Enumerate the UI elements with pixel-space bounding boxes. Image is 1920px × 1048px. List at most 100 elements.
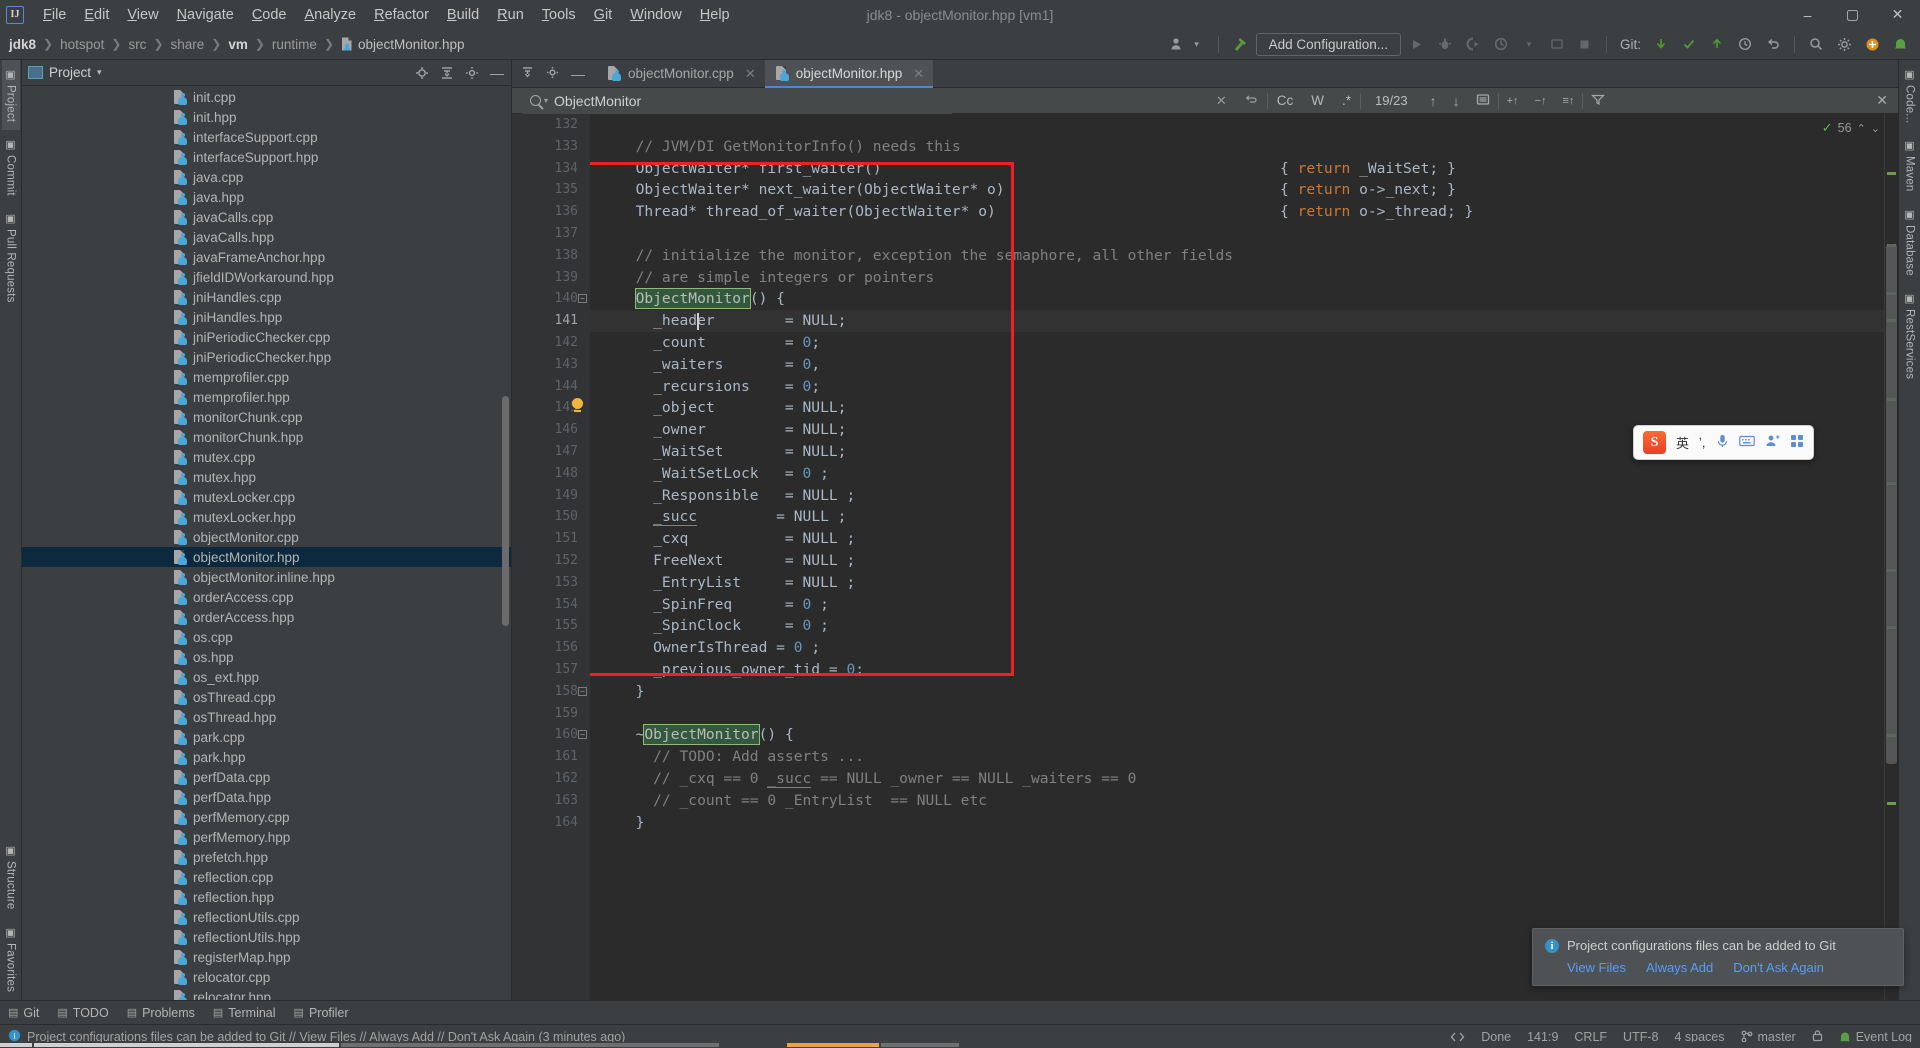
menu-item-navigate[interactable]: Navigate [168, 4, 243, 26]
menu-item-run[interactable]: Run [488, 4, 533, 26]
project-panel-title-group[interactable]: Project ▾ [28, 65, 102, 80]
git-notification-popup[interactable]: i Project configurations files can be ad… [1532, 928, 1904, 986]
add-occurrence-icon[interactable]: +↑ [1499, 95, 1527, 107]
remove-occurrence-icon[interactable]: −↑ [1527, 95, 1555, 107]
code-line[interactable]: _SpinClock = 0 ; [590, 615, 1884, 637]
menu-item-edit[interactable]: Edit [75, 4, 118, 26]
menu-item-code[interactable]: Code [243, 4, 296, 26]
code-line[interactable]: _object = NULL; [590, 397, 1884, 419]
find-input[interactable]: ObjectMonitor [554, 93, 641, 109]
project-tree-scrollbar[interactable] [502, 396, 509, 626]
bottom-tool-git[interactable]: ▤ Git [8, 1006, 39, 1020]
file-tree-item[interactable]: perfData.cpp [22, 767, 511, 787]
file-tree-item[interactable]: interfaceSupport.hpp [22, 147, 511, 167]
breadcrumb-item-jdk8[interactable]: jdk8 [9, 37, 36, 52]
menu-item-help[interactable]: Help [691, 4, 739, 26]
file-tree-item[interactable]: prefetch.hpp [22, 847, 511, 867]
file-tree-item[interactable]: reflectionUtils.hpp [22, 927, 511, 947]
breadcrumb-item-runtime[interactable]: runtime [272, 37, 317, 52]
find-input-wrapper[interactable]: ▾ ObjectMonitor [522, 87, 952, 114]
notification-bell-icon[interactable] [1888, 32, 1912, 56]
code-line[interactable]: ~ObjectMonitor() { [590, 724, 1884, 746]
maximize-button[interactable]: ▢ [1830, 0, 1875, 29]
find-prev-button[interactable]: ↑ [1422, 93, 1445, 109]
code-line[interactable]: // JVM/DI GetMonitorInfo() needs this [590, 136, 1884, 158]
file-tree-item[interactable]: osThread.cpp [22, 687, 511, 707]
code-line[interactable]: _header = NULL; [590, 310, 1884, 332]
regex-toggle[interactable]: .* [1333, 93, 1360, 108]
file-tree-item[interactable]: jniHandles.cpp [22, 287, 511, 307]
code-line[interactable]: _WaitSetLock = 0 ; [590, 463, 1884, 485]
menu-item-view[interactable]: View [118, 4, 167, 26]
user-dropdown-caret-icon[interactable]: ▾ [1185, 32, 1209, 56]
code-line[interactable]: // _count == 0 _EntryList == NULL etc [590, 790, 1884, 812]
file-tree-item[interactable]: javaCalls.cpp [22, 207, 511, 227]
inspection-prev-icon[interactable]: ⌃ [1857, 122, 1866, 135]
file-tree-item[interactable]: os_ext.hpp [22, 667, 511, 687]
find-close-button[interactable]: ✕ [1868, 92, 1898, 109]
code-line[interactable]: // initialize the monitor, exception the… [590, 245, 1884, 267]
breadcrumb-item-objectMonitor-hpp[interactable]: objectMonitor.hpp [341, 37, 465, 52]
menu-item-refactor[interactable]: Refactor [365, 4, 438, 26]
run-with-coverage-button[interactable] [1461, 32, 1485, 56]
tool-stripe-maven[interactable]: ▣ Maven [1901, 131, 1919, 200]
code-line[interactable]: // TODO: Add asserts ... [590, 746, 1884, 768]
code-line[interactable] [590, 114, 1884, 136]
file-tree-item[interactable]: objectMonitor.cpp [22, 527, 511, 547]
code-fold-marker[interactable]: − [578, 686, 587, 696]
locate-file-icon[interactable] [414, 65, 430, 81]
file-tree-item[interactable]: interfaceSupport.cpp [22, 127, 511, 147]
code-line[interactable]: _succ = NULL ; [590, 506, 1884, 528]
sort-tabs-icon[interactable] [521, 66, 534, 82]
code-line[interactable]: _SpinFreq = 0 ; [590, 594, 1884, 616]
git-update-icon[interactable] [1649, 32, 1673, 56]
code-line[interactable]: _EntryList = NULL ; [590, 572, 1884, 594]
file-tree-item[interactable]: jniPeriodicChecker.cpp [22, 327, 511, 347]
code-fold-marker[interactable]: − [578, 730, 587, 740]
tool-stripe-commit[interactable]: ▣ Commit [2, 130, 20, 204]
fold-markers-column[interactable]: − − − [576, 114, 590, 1000]
inspection-next-icon[interactable]: ⌄ [1871, 122, 1880, 135]
keyboard-icon[interactable] [1738, 435, 1755, 450]
debug-button[interactable] [1433, 32, 1457, 56]
search-everywhere-icon[interactable] [1804, 32, 1828, 56]
file-tree-item[interactable]: park.hpp [22, 747, 511, 767]
breadcrumb-item-hotspot[interactable]: hotspot [60, 37, 104, 52]
bottom-tool-todo[interactable]: ▤ TODO [57, 1006, 108, 1020]
build-hammer-icon[interactable] [1228, 32, 1252, 56]
ime-punctuation-toggle[interactable]: ʼ, [1699, 435, 1706, 450]
file-tree-item[interactable]: orderAccess.hpp [22, 607, 511, 627]
history-icon[interactable] [1733, 32, 1757, 56]
code-line[interactable]: FreeNext = NULL ; [590, 550, 1884, 572]
code-line[interactable]: // are simple integers or pointers [590, 267, 1884, 289]
find-select-all-icon[interactable] [1468, 93, 1498, 109]
collapse-all-icon[interactable] [439, 65, 455, 81]
editor-scroll-thumb[interactable] [1886, 244, 1897, 764]
file-tree-item[interactable]: relocator.hpp [22, 987, 511, 1000]
git-push-icon[interactable] [1705, 32, 1729, 56]
notification-link-always-add[interactable]: Always Add [1646, 960, 1713, 975]
file-tree-item[interactable]: relocator.cpp [22, 967, 511, 987]
code-line[interactable]: ObjectMonitor() { [590, 288, 1884, 310]
menu-item-tools[interactable]: Tools [533, 4, 585, 26]
file-tree-item[interactable]: monitorChunk.cpp [22, 407, 511, 427]
file-tree-item[interactable]: javaCalls.hpp [22, 227, 511, 247]
menu-item-file[interactable]: File [34, 4, 75, 26]
code-line[interactable]: Thread* thread_of_waiter(ObjectWaiter* o… [590, 201, 1884, 223]
tool-stripe-project[interactable]: ▣ Project [1, 60, 20, 131]
bottom-tool-problems[interactable]: ▤ Problems [127, 1006, 195, 1020]
editor-tab-objectMonitor-hpp[interactable]: objectMonitor.hpp ✕ [764, 60, 934, 88]
minimize-button[interactable]: – [1785, 0, 1830, 29]
tool-stripe-favorites[interactable]: ▣ Favorites [2, 918, 20, 1000]
code-line[interactable]: } [590, 681, 1884, 703]
file-tree-item[interactable]: mutexLocker.cpp [22, 487, 511, 507]
match-case-toggle[interactable]: Cc [1268, 93, 1303, 108]
file-tree-item[interactable]: os.hpp [22, 647, 511, 667]
close-tab-icon[interactable]: ✕ [745, 66, 756, 82]
file-tree-item[interactable]: init.hpp [22, 107, 511, 127]
file-tree-item[interactable]: registerMap.hpp [22, 947, 511, 967]
menu-item-git[interactable]: Git [585, 4, 622, 26]
code-fold-marker[interactable]: − [578, 294, 587, 304]
code-line[interactable] [590, 223, 1884, 245]
ime-floating-bar[interactable]: S 英 ʼ, [1633, 425, 1814, 460]
